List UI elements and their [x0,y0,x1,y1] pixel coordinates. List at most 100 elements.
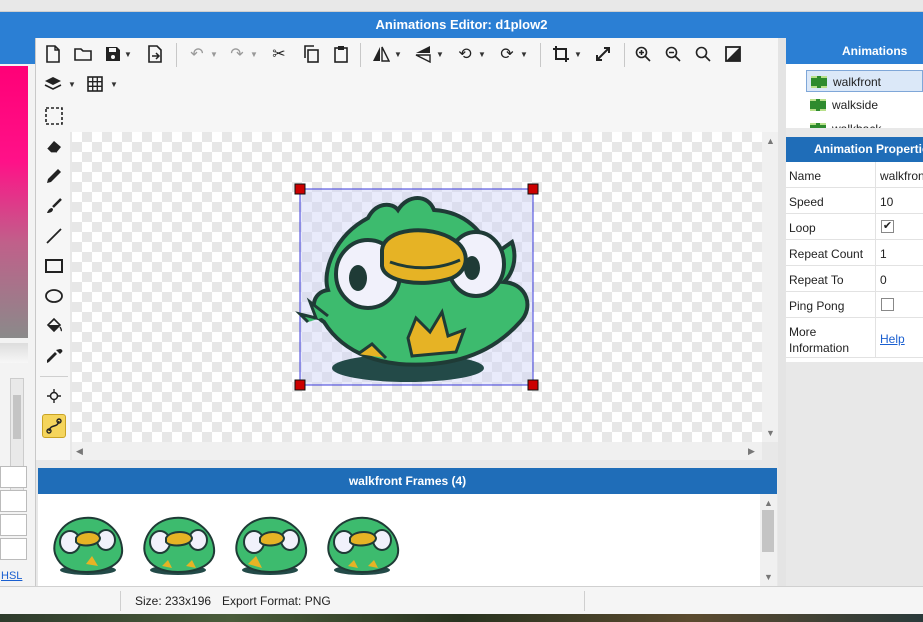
frame-thumbnail[interactable] [46,508,126,578]
scrollbar-thumb[interactable] [762,510,774,552]
scroll-down-icon[interactable]: ▼ [766,428,775,438]
pencil-icon[interactable] [42,164,66,188]
crop-icon[interactable] [550,43,572,65]
color-gradient[interactable] [0,66,28,338]
flip-vertical-icon[interactable] [412,43,434,65]
property-row-speed: Speed 10 [786,188,923,214]
paste-icon[interactable] [330,43,352,65]
color-field-4[interactable] [0,538,27,560]
zoom-reset-icon[interactable] [692,43,714,65]
cut-icon[interactable]: ✂ [268,43,290,65]
name-field[interactable]: walkfront [880,169,923,183]
property-row-more-information: More Information Help [786,318,923,358]
fill-icon[interactable] [42,314,66,338]
redo-icon[interactable]: ↷ [226,43,248,65]
frames-scrollbar[interactable]: ▲ ▼ [760,494,777,586]
scroll-left-icon[interactable]: ◀ [76,446,83,457]
hue-well[interactable] [0,343,28,363]
loop-checkbox[interactable]: ✔ [881,220,894,233]
chevron-down-icon[interactable]: ▼ [520,50,528,59]
drawing-canvas[interactable] [72,132,762,442]
chevron-down-icon[interactable]: ▼ [574,50,582,59]
ping-pong-checkbox[interactable] [881,298,894,311]
rotate-right-icon[interactable]: ⟳ [496,43,518,65]
canvas-horizontal-scrollbar[interactable]: ◀ ▶ [72,442,762,460]
properties-grid: Name walkfront Speed 10 Loop ✔ Repeat Co… [786,162,923,362]
rotate-left-icon[interactable]: ⟲ [454,43,476,65]
speed-field[interactable]: 10 [880,195,923,209]
rectangle-icon[interactable] [42,254,66,278]
property-row-repeat-count: Repeat Count 1 [786,240,923,266]
chevron-down-icon[interactable]: ▼ [250,50,258,59]
canvas-vertical-scrollbar[interactable]: ▲ ▼ [762,132,778,442]
contrast-icon[interactable] [722,43,744,65]
animation-item-walkback[interactable]: walkback [806,118,923,128]
property-key: Name [789,169,822,183]
eyedropper-icon[interactable] [42,344,66,368]
color-panel: HSL [0,38,36,586]
properties-panel-title: Animation Properties [786,137,923,162]
scroll-up-icon[interactable]: ▲ [764,498,773,508]
frames-strip [38,494,760,586]
scroll-right-icon[interactable]: ▶ [748,446,755,457]
repeat-to-field[interactable]: 0 [880,273,923,287]
property-key: Repeat Count [789,247,864,261]
property-row-loop: Loop ✔ [786,214,923,240]
animation-item-walkfront[interactable]: walkfront [806,70,923,92]
eraser-icon[interactable] [42,134,66,158]
brush-icon[interactable] [42,194,66,218]
path-icon[interactable] [42,414,66,438]
desktop-background [0,614,923,622]
scroll-down-icon[interactable]: ▼ [764,572,773,582]
zoom-in-icon[interactable] [632,43,654,65]
chevron-down-icon[interactable]: ▼ [394,50,402,59]
chevron-down-icon[interactable]: ▼ [478,50,486,59]
help-link[interactable]: Help [880,332,923,346]
frame-thumbnail[interactable] [138,508,218,578]
animation-item-walkside[interactable]: walkside [806,94,923,116]
window-title: Animations Editor: d1plow2 [0,12,923,38]
resize-handle-bottom-right[interactable] [527,379,539,391]
property-row-ping-pong: Ping Pong [786,292,923,318]
save-icon[interactable] [102,43,124,65]
open-folder-icon[interactable] [72,43,94,65]
hsl-link[interactable]: HSL [1,570,22,582]
color-field-2[interactable] [0,490,27,512]
selection-icon[interactable] [42,104,66,128]
property-key: Loop [789,221,816,235]
resize-icon[interactable] [592,43,614,65]
new-file-icon[interactable] [42,43,64,65]
animation-item-label: walkback [832,122,881,128]
zoom-out-icon[interactable] [662,43,684,65]
top-strip [0,0,923,12]
color-field-1[interactable] [0,466,27,488]
status-size: Size: 233x196 [135,594,212,608]
chevron-down-icon[interactable]: ▼ [436,50,444,59]
flip-horizontal-icon[interactable] [370,43,392,65]
chevron-down-icon[interactable]: ▼ [124,50,132,59]
repeat-count-field[interactable]: 1 [880,247,923,261]
frames-panel-title: walkfront Frames (4) [38,468,777,494]
scroll-up-icon[interactable]: ▲ [766,136,775,146]
line-icon[interactable] [42,224,66,248]
color-field-3[interactable] [0,514,27,536]
undo-icon[interactable]: ↶ [186,43,208,65]
resize-handle-bottom-left[interactable] [294,379,306,391]
export-icon[interactable] [144,43,166,65]
ellipse-icon[interactable] [42,284,66,308]
chevron-down-icon[interactable]: ▼ [210,50,218,59]
film-icon [810,123,826,128]
scrollbar-thumb[interactable] [13,395,21,439]
layers-icon[interactable] [42,73,64,95]
property-key: More Information [789,325,850,355]
pivot-icon[interactable] [42,384,66,408]
frame-thumbnail[interactable] [322,508,402,578]
grid-icon[interactable] [84,73,106,95]
copy-icon[interactable] [300,43,322,65]
resize-handle-top-left[interactable] [294,183,306,195]
animations-list: walkfront walkside walkback [786,64,923,128]
chevron-down-icon[interactable]: ▼ [68,80,76,89]
frame-thumbnail[interactable] [230,508,310,578]
chevron-down-icon[interactable]: ▼ [110,80,118,89]
resize-handle-top-right[interactable] [527,183,539,195]
